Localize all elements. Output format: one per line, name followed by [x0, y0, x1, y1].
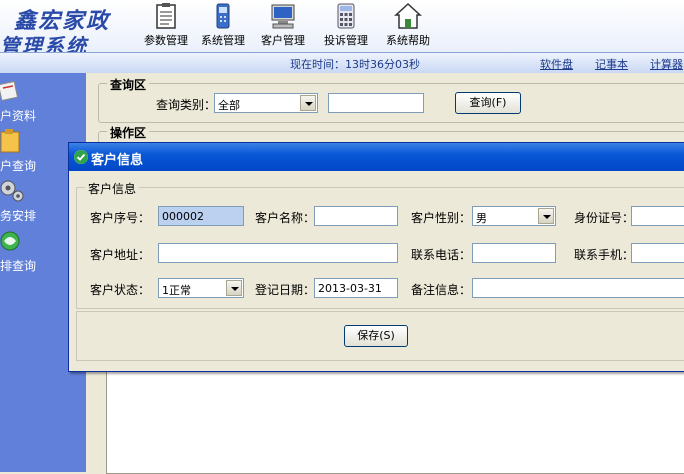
sidebar-item-label: 务安排: [0, 209, 37, 223]
toolbar-item-params[interactable]: 参数管理: [136, 0, 196, 48]
customer-status-value: 1正常: [162, 284, 191, 297]
chevron-down-icon[interactable]: [300, 95, 316, 111]
query-button[interactable]: 查询(F): [455, 92, 521, 114]
address-label: 客户地址：: [90, 248, 151, 262]
customer-id-field[interactable]: [158, 206, 244, 226]
query-category-select[interactable]: 全部: [214, 93, 318, 113]
toolbar-item-customer[interactable]: 客户管理: [253, 0, 313, 48]
customer-data-grid[interactable]: [106, 369, 684, 474]
mobile-label: 联系手机：: [574, 248, 635, 262]
phone-icon: [216, 3, 230, 29]
mobile-field[interactable]: [631, 243, 684, 263]
phone-field[interactable]: [472, 243, 556, 263]
calculator-icon: [337, 3, 355, 29]
toolbar-item-help[interactable]: 系统帮助: [378, 0, 438, 48]
home-icon: [394, 2, 422, 29]
sidebar-item-label: 排查询: [0, 259, 37, 273]
dialog-button-area: 保存(S): [76, 311, 684, 361]
toolbar-label: 系统管理: [201, 34, 245, 47]
soft-keyboard-link[interactable]: 软件盘: [540, 56, 573, 72]
customer-profile-icon: [0, 80, 19, 102]
sidebar-item-label: 户查询: [0, 159, 37, 173]
customer-gender-label: 客户性别：: [411, 211, 472, 225]
save-button[interactable]: 保存(S): [344, 325, 408, 347]
chevron-down-icon[interactable]: [538, 208, 554, 224]
phone-label: 联系电话：: [411, 248, 472, 262]
customer-gender-value: 男: [476, 212, 487, 225]
service-schedule-icon: [0, 180, 24, 202]
operation-section-title: 操作区: [107, 124, 150, 141]
query-keyword-input[interactable]: [328, 93, 424, 113]
toolbar-label: 参数管理: [144, 34, 188, 47]
dialog-title: 客户信息: [91, 153, 144, 168]
toolbar-label: 系统帮助: [386, 34, 430, 47]
customer-info-dialog: 客户信息 客户信息 客户序号： 客户名称： 客户性别： 男 身份证号： 客户地址…: [68, 142, 684, 372]
customer-info-group-title: 客户信息: [85, 180, 140, 197]
clipboard-icon: [156, 3, 176, 29]
notepad-link[interactable]: 记事本: [595, 56, 628, 72]
toolbar-item-system[interactable]: 系统管理: [193, 0, 253, 48]
dialog-title-bar[interactable]: 客户信息: [69, 143, 684, 171]
app-header: 鑫宏家政 管理系统 参数管理 系统管理 客户管理 投诉管理 系统帮助: [0, 0, 684, 58]
toolbar-label: 投诉管理: [324, 34, 368, 47]
customer-name-label: 客户名称：: [255, 211, 316, 225]
customer-status-select[interactable]: 1正常: [158, 278, 244, 298]
id-card-label: 身份证号：: [574, 211, 635, 225]
computer-icon: [271, 4, 295, 29]
customer-name-field[interactable]: [314, 206, 398, 226]
reg-date-field[interactable]: [314, 278, 398, 298]
chevron-down-icon[interactable]: [226, 280, 242, 296]
toolbar-label: 客户管理: [261, 34, 305, 47]
check-icon: [74, 150, 88, 164]
toolbar-item-complaint[interactable]: 投诉管理: [316, 0, 376, 48]
sidebar-item-label: 户资料: [0, 109, 37, 123]
query-section-title: 查询区: [107, 76, 150, 93]
remarks-label: 备注信息：: [411, 283, 472, 297]
current-time: 现在时间：13时36分03秒: [290, 58, 420, 71]
address-field[interactable]: [158, 243, 398, 263]
query-category-value: 全部: [218, 99, 240, 112]
customer-query-icon: [0, 129, 20, 153]
status-bar: 现在时间：13时36分03秒 软件盘 记事本 计算器: [0, 52, 684, 74]
query-category-label: 查询类别：: [156, 98, 217, 112]
sidebar-item-customer-profile[interactable]: 户资料: [0, 79, 86, 127]
calculator-link[interactable]: 计算器: [650, 56, 683, 72]
reg-date-label: 登记日期：: [255, 283, 316, 297]
remarks-field[interactable]: [472, 278, 684, 298]
schedule-query-icon: [0, 231, 20, 251]
query-section: 查询区 查询类别： 全部 查询(F): [98, 76, 684, 123]
id-card-field[interactable]: [631, 206, 684, 226]
customer-id-label: 客户序号：: [90, 211, 151, 225]
customer-info-group: 客户信息 客户序号： 客户名称： 客户性别： 男 身份证号： 客户地址： 联系电…: [76, 180, 684, 309]
status-label: 客户状态：: [90, 283, 151, 297]
customer-gender-select[interactable]: 男: [472, 206, 556, 226]
